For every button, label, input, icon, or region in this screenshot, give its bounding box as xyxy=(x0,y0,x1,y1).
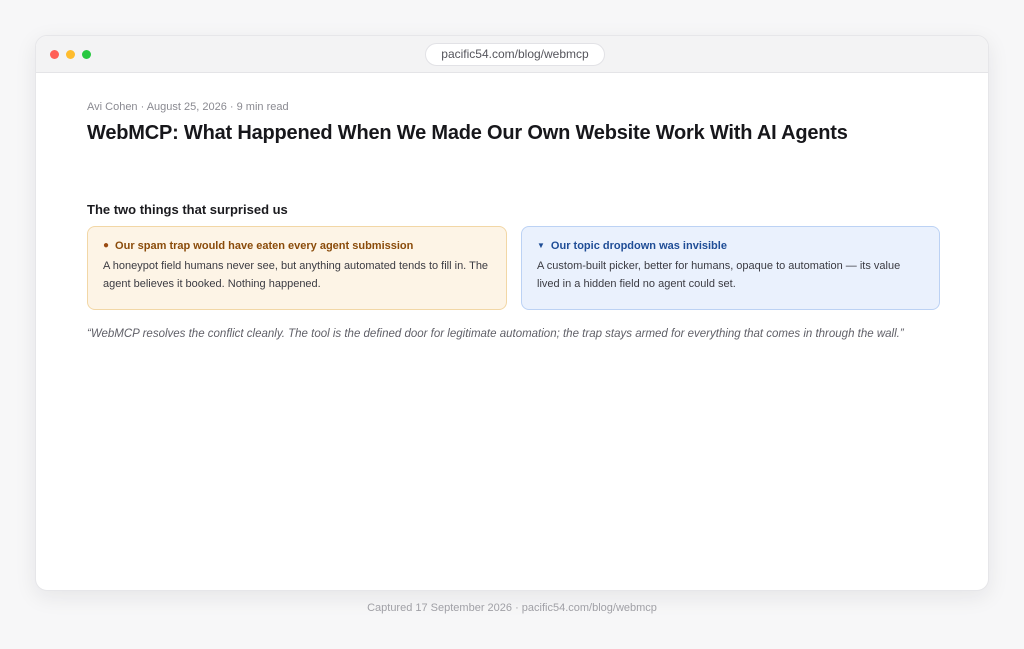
page-title: WebMCP: What Happened When We Made Our O… xyxy=(87,122,848,144)
maximize-window-button[interactable] xyxy=(82,50,91,59)
window-controls xyxy=(50,50,91,59)
callout-title: Our spam trap would have eaten every age… xyxy=(115,240,414,252)
callout-body: A custom-built picker, better for humans… xyxy=(537,260,901,290)
browser-titlebar: pacific54.com/blog/webmcp xyxy=(36,36,988,73)
pull-quote: “WebMCP resolves the conflict cleanly. T… xyxy=(87,328,904,340)
minimize-window-button[interactable] xyxy=(66,50,75,59)
callout-card-topic-dropdown: ▼ Our topic dropdown was invisible A cus… xyxy=(521,226,940,310)
jar-icon: ● xyxy=(103,240,110,251)
section-heading: The two things that surprised us xyxy=(87,202,288,217)
dropdown-caret-icon: ▼ xyxy=(537,241,545,250)
callout-card-spam-trap: ● Our spam trap would have eaten every a… xyxy=(87,226,507,310)
callout-body: A honeypot field humans never see, but a… xyxy=(103,260,489,290)
capture-caption: Captured 17 September 2026 · pacific54.c… xyxy=(367,602,657,614)
callout-title: Our topic dropdown was invisible xyxy=(550,240,727,252)
close-window-button[interactable] xyxy=(50,50,59,59)
article-meta: Avi Cohen · August 25, 2026 · 9 min read xyxy=(87,101,289,113)
browser-window: pacific54.com/blog/webmcp Avi Cohen · Au… xyxy=(35,35,989,591)
address-bar[interactable]: pacific54.com/blog/webmcp xyxy=(425,43,605,66)
